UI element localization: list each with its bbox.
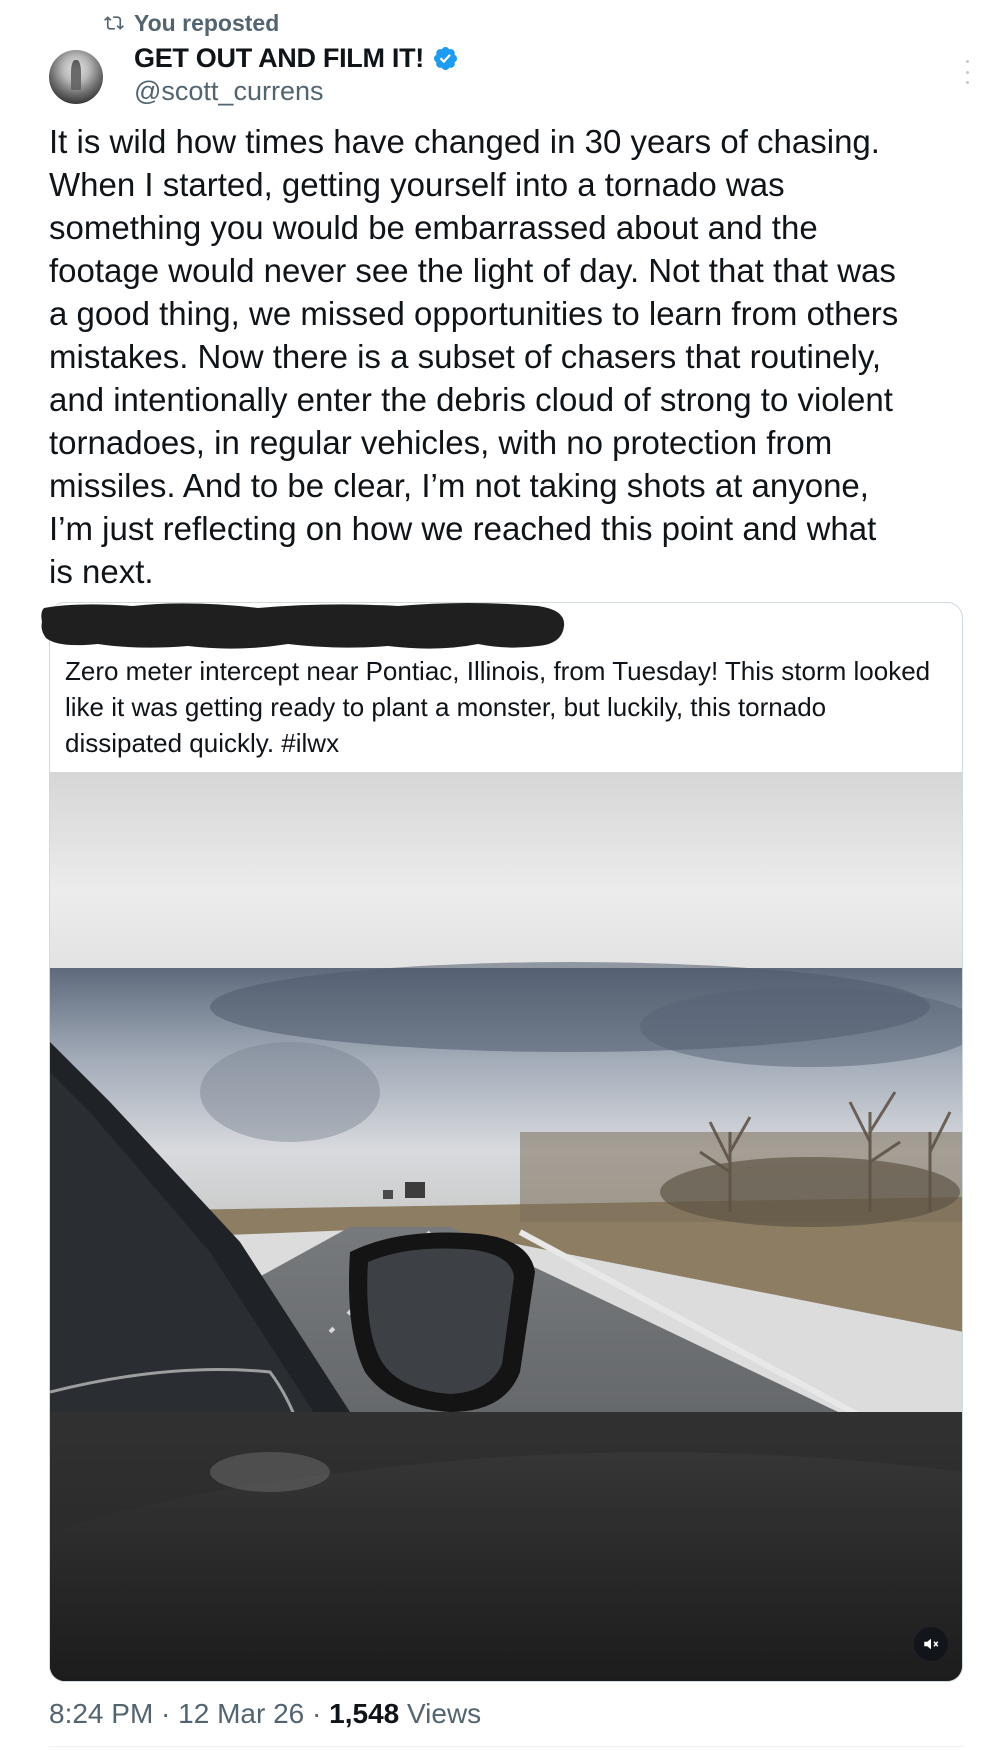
more-options-button[interactable]: [960, 60, 974, 84]
quoted-post-card[interactable]: Zero meter intercept near Pontiac, Illin…: [49, 602, 963, 1682]
mute-toggle-button[interactable]: [914, 1627, 948, 1661]
author-display-name[interactable]: GET OUT AND FILM IT!: [134, 43, 424, 74]
video-frame: [50, 772, 962, 1681]
post-date[interactable]: 12 Mar 26: [178, 1698, 304, 1730]
quoted-video[interactable]: [50, 772, 962, 1681]
more-dot-icon: [965, 70, 969, 74]
meta-separator: ·: [153, 1698, 179, 1729]
divider: [49, 1746, 963, 1747]
author-handle[interactable]: @scott_currens: [134, 76, 323, 107]
avatar[interactable]: [49, 50, 103, 104]
repost-icon: [104, 16, 124, 30]
author-name-row[interactable]: GET OUT AND FILM IT!: [134, 40, 459, 76]
views-label: Views: [399, 1698, 482, 1729]
post-meta: 8:24 PM · 12 Mar 26 · 1,548 Views: [49, 1694, 481, 1734]
views-count[interactable]: 1,548: [329, 1698, 399, 1730]
more-dot-icon: [965, 81, 969, 84]
muted-speaker-icon: [924, 1638, 939, 1650]
post-text: It is wild how times have changed in 30 …: [49, 123, 899, 590]
quoted-post-text: Zero meter intercept near Pontiac, Illin…: [65, 656, 931, 758]
repost-indicator: You reposted: [104, 8, 279, 38]
post-time[interactable]: 8:24 PM: [49, 1698, 153, 1730]
repost-label: You reposted: [134, 9, 280, 36]
more-dot-icon: [965, 60, 969, 63]
meta-separator: ·: [304, 1698, 330, 1729]
verified-badge-icon: [433, 46, 457, 70]
redacted-quote-author: [41, 603, 565, 649]
